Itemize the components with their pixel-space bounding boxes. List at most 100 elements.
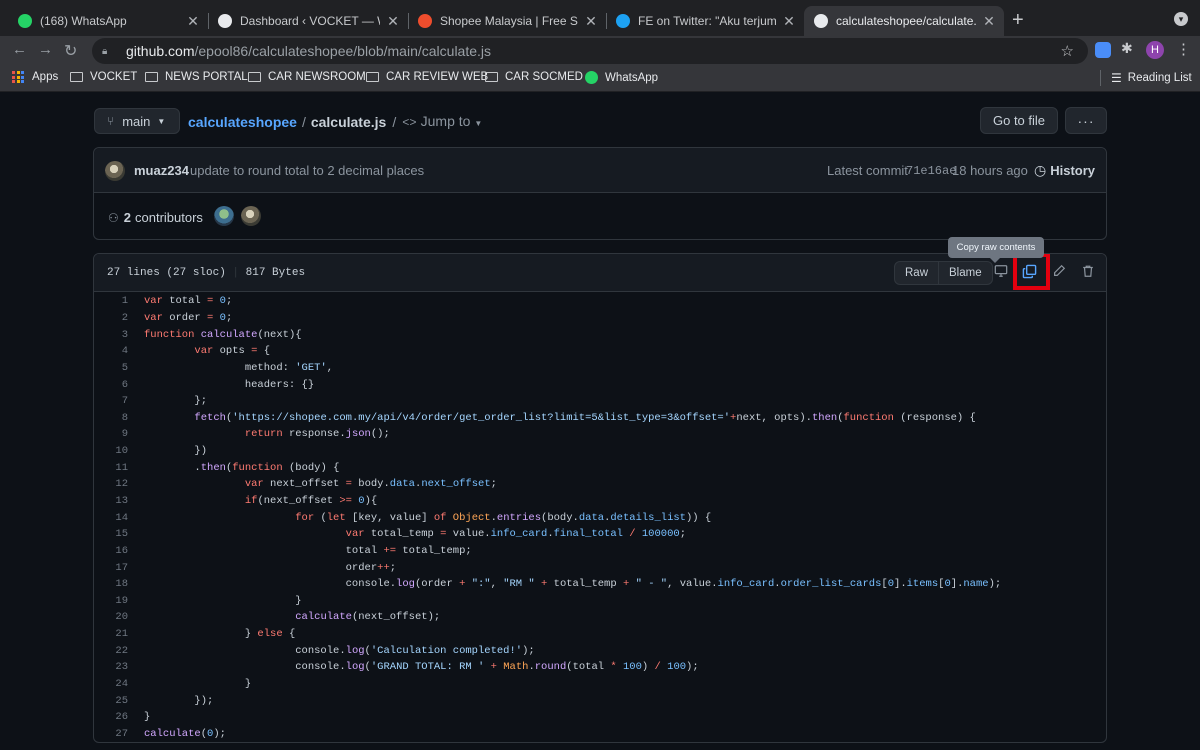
line-number[interactable]: 4: [94, 345, 128, 357]
go-to-file-button[interactable]: Go to file: [980, 107, 1058, 134]
line-number[interactable]: 3: [94, 329, 128, 341]
close-tab-icon[interactable]: ✕: [782, 13, 796, 30]
line-number[interactable]: 25: [94, 695, 128, 707]
close-tab-icon[interactable]: ✕: [982, 13, 996, 30]
line-number[interactable]: 24: [94, 678, 128, 690]
apps-grid-icon: [12, 71, 24, 83]
breadcrumb: calculateshopee / calculate.js / <> Jump …: [188, 113, 482, 130]
line-number[interactable]: 7: [94, 395, 128, 407]
address-bar[interactable]: 🔒︎ github.com/epool86/calculateshopee/bl…: [92, 38, 1088, 64]
commit-message[interactable]: update to round total to 2 decimal place…: [190, 163, 424, 178]
close-tab-icon[interactable]: ✕: [584, 13, 598, 30]
browser-tab[interactable]: (168) WhatsApp ✕: [8, 6, 208, 36]
raw-button[interactable]: Raw: [895, 262, 938, 284]
code-line: 7 };: [94, 393, 1106, 410]
contributors-link[interactable]: ⚇ 2 contributors: [108, 210, 203, 225]
pencil-icon[interactable]: [1052, 264, 1068, 280]
code-text: return response.json();: [244, 428, 390, 441]
code-line: 1 var total = 0;: [94, 293, 1106, 310]
line-number[interactable]: 27: [94, 728, 128, 740]
browser-tab[interactable]: calculateshopee/calculate.js at ✕: [804, 6, 1004, 36]
jump-to-menu[interactable]: <> Jump to ▼: [402, 113, 482, 130]
folder-icon: [366, 72, 379, 82]
branch-selector[interactable]: ⑂ main ▼: [94, 108, 180, 134]
back-icon[interactable]: ←: [12, 41, 27, 58]
bookmark-star-icon[interactable]: ☆: [1061, 42, 1074, 60]
repo-link[interactable]: calculateshopee: [188, 114, 297, 130]
line-number[interactable]: 1: [94, 295, 128, 307]
contributors-row: ⚇ 2 contributors: [94, 194, 1106, 240]
code-text: var total = 0;: [144, 295, 233, 308]
bookmark-apps[interactable]: Apps: [12, 71, 58, 83]
shopee-icon: [418, 14, 432, 28]
line-number[interactable]: 20: [94, 611, 128, 623]
extension-icon[interactable]: [1095, 42, 1111, 58]
profile-avatar[interactable]: H: [1146, 41, 1164, 59]
commit-sha[interactable]: 71e16ae: [906, 164, 956, 178]
line-number[interactable]: 15: [94, 528, 128, 540]
line-number[interactable]: 22: [94, 645, 128, 657]
bookmark-news-portal[interactable]: NEWS PORTAL: [145, 71, 248, 83]
browser-menu-icon[interactable]: ⋮: [1176, 40, 1192, 58]
tab-title: calculateshopee/calculate.js at: [836, 14, 976, 28]
line-number[interactable]: 5: [94, 362, 128, 374]
code-text: console.log('Calculation completed!');: [144, 644, 535, 657]
forward-icon[interactable]: →: [38, 41, 53, 58]
browser-tab[interactable]: Shopee Malaysia | Free Shippin ✕: [408, 6, 606, 36]
bookmark-car-socmed[interactable]: CAR SOCMED: [485, 71, 583, 83]
bookmarks-divider: [1100, 70, 1101, 86]
latest-commit-label: Latest commit: [827, 163, 908, 178]
line-number[interactable]: 14: [94, 512, 128, 524]
commit-time: 18 hours ago: [952, 163, 1028, 178]
line-number[interactable]: 23: [94, 661, 128, 673]
bookmark-car-newsroom[interactable]: CAR NEWSROOM: [248, 71, 366, 83]
browser-tab[interactable]: Dashboard ‹ VOCKET — Wordi ✕: [208, 6, 408, 36]
tab-title: FE on Twitter: "Aku terjumpa 1: [638, 14, 776, 28]
line-number[interactable]: 18: [94, 578, 128, 590]
contributor-avatar[interactable]: [214, 206, 234, 226]
trash-icon[interactable]: [1081, 264, 1097, 280]
line-number[interactable]: 10: [94, 445, 128, 457]
line-number[interactable]: 26: [94, 711, 128, 723]
extensions-puzzle-icon[interactable]: ✱: [1121, 40, 1137, 56]
contributor-avatar[interactable]: [241, 206, 261, 226]
line-number[interactable]: 9: [94, 428, 128, 440]
bookmark-whatsapp[interactable]: WhatsApp: [585, 71, 658, 84]
line-number[interactable]: 6: [94, 379, 128, 391]
code-text: for (let [key, value] of Object.entries(…: [295, 511, 712, 524]
new-tab-button[interactable]: +: [1012, 9, 1024, 32]
reload-icon[interactable]: ↻: [64, 41, 77, 61]
blame-button[interactable]: Blame: [938, 262, 992, 284]
reading-list-button[interactable]: ☰ Reading List: [1111, 71, 1192, 85]
bookmark-vocket[interactable]: VOCKET: [70, 71, 137, 83]
code-view[interactable]: 1 var total = 0; 2 var order = 0; 3 function …: [94, 293, 1106, 742]
line-number[interactable]: 8: [94, 412, 128, 424]
line-number[interactable]: 19: [94, 595, 128, 607]
line-number[interactable]: 11: [94, 462, 128, 474]
whatsapp-icon: [585, 71, 598, 84]
tab-search-icon[interactable]: ▾: [1174, 12, 1188, 26]
line-number[interactable]: 13: [94, 495, 128, 507]
browser-tab[interactable]: FE on Twitter: "Aku terjumpa 1 ✕: [606, 6, 804, 36]
line-number[interactable]: 12: [94, 478, 128, 490]
close-tab-icon[interactable]: ✕: [186, 13, 200, 30]
line-number[interactable]: 16: [94, 545, 128, 557]
line-number[interactable]: 21: [94, 628, 128, 640]
code-line: 3 function calculate(next){: [94, 326, 1106, 343]
line-number[interactable]: 2: [94, 312, 128, 324]
commit-author[interactable]: muaz234: [134, 163, 189, 178]
author-avatar[interactable]: [105, 161, 125, 181]
tab-separator: [408, 13, 409, 29]
tab-title: Shopee Malaysia | Free Shippin: [440, 14, 578, 28]
line-number[interactable]: 17: [94, 562, 128, 574]
code-text: order++;: [144, 561, 397, 574]
desktop-icon[interactable]: [994, 264, 1010, 280]
url-path: /epool86/calculateshopee/blob/main/calcu…: [194, 43, 492, 59]
bookmark-car-review-web[interactable]: CAR REVIEW WEB: [366, 71, 488, 83]
code-text: var opts = {: [194, 345, 271, 358]
breadcrumb-separator: /: [301, 113, 306, 130]
more-options-button[interactable]: ···: [1065, 107, 1107, 134]
code-text: headers: {}: [144, 378, 315, 391]
close-tab-icon[interactable]: ✕: [386, 13, 400, 30]
history-link[interactable]: ◷ History: [1034, 162, 1095, 179]
